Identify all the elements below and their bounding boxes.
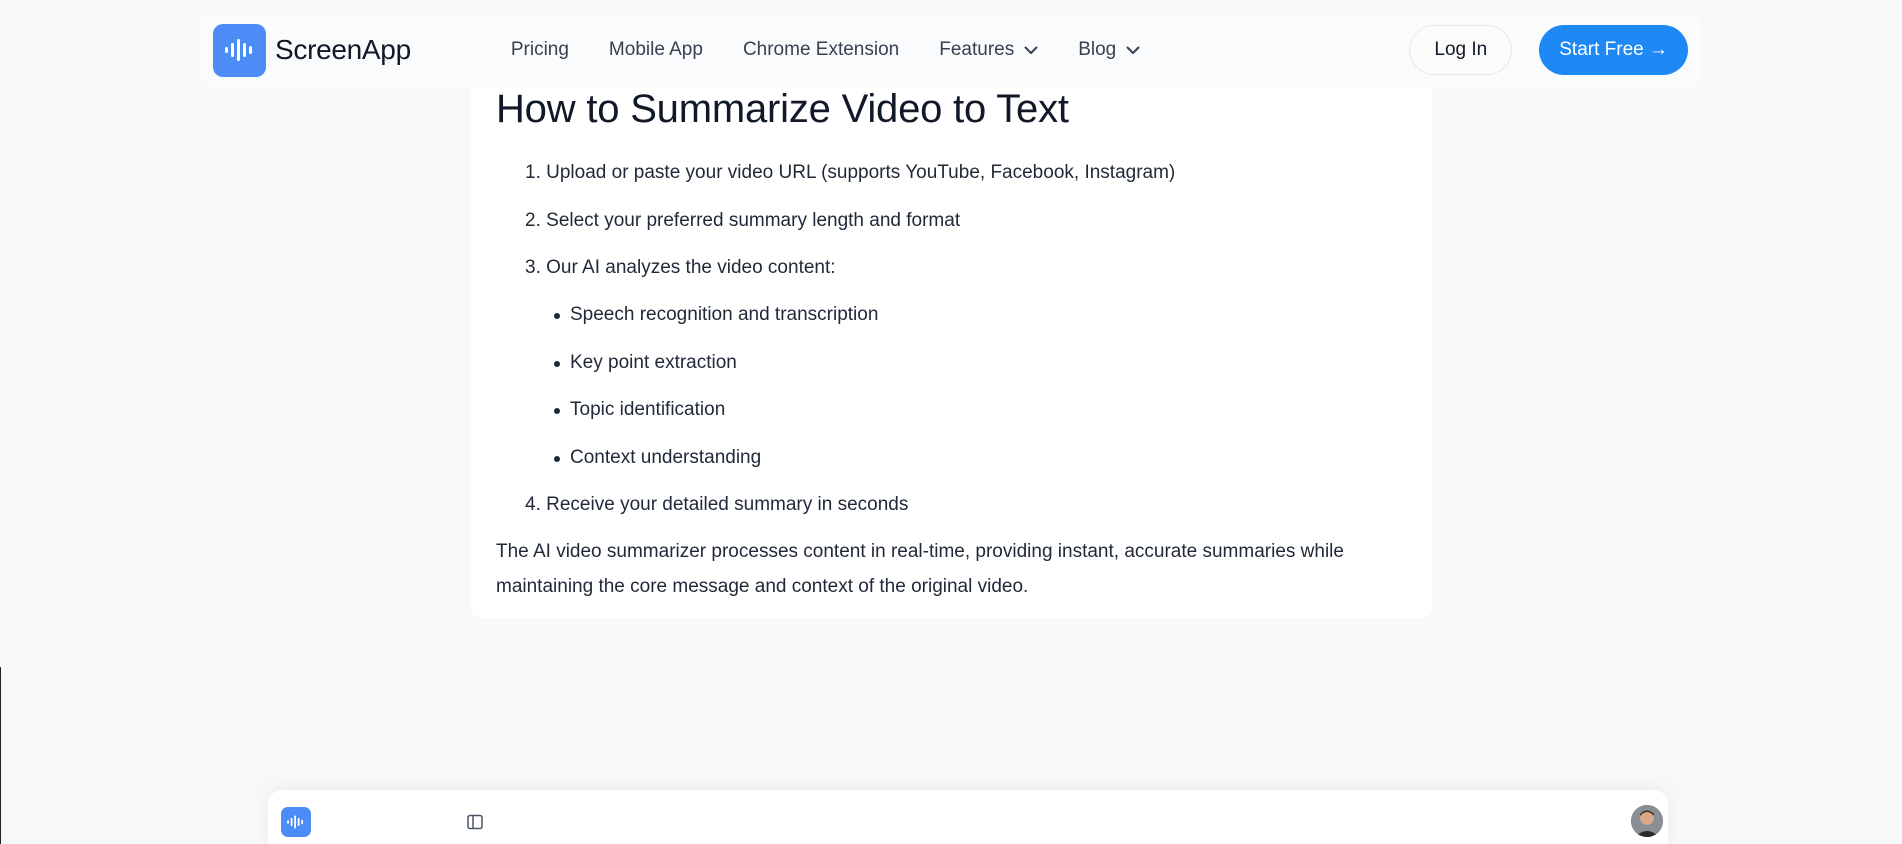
nav-pricing-label: Pricing [510, 39, 569, 60]
list-item: 2. Select your preferred summary length … [525, 210, 960, 232]
start-free-button[interactable]: Start Free → [1539, 25, 1688, 75]
sidebar-toggle-icon[interactable] [467, 814, 483, 830]
step-text: Upload or paste your video URL (supports… [546, 162, 1176, 183]
login-button[interactable]: Log In [1409, 25, 1513, 75]
sub-list-item: Key point extraction [570, 352, 737, 373]
nav-features[interactable]: Features [939, 39, 1038, 61]
nav-blog-label: Blog [1078, 39, 1117, 60]
nav-chrome-extension[interactable]: Chrome Extension [743, 39, 899, 61]
paragraph-line: The AI video summarizer processes conten… [496, 541, 1344, 562]
step-number: 4. [525, 494, 541, 515]
nav-features-label: Features [939, 39, 1015, 60]
waveform-icon [213, 23, 266, 77]
step-text: Our AI analyzes the video content: [546, 257, 836, 278]
header-actions: Log In Start Free → [1409, 25, 1688, 75]
bullet-marker [554, 361, 560, 367]
step-number: 2. [525, 210, 541, 231]
nav-mobile-app-label: Mobile App [608, 39, 703, 60]
sub-list-item: Speech recognition and transcription [570, 304, 879, 325]
nav-pricing[interactable]: Pricing [511, 39, 569, 61]
article-heading: How to Summarize Video to Text [496, 87, 1069, 131]
list-item: 3. Our AI analyzes the video content: [525, 257, 836, 279]
bullet-marker [554, 313, 560, 319]
sub-list-item: Topic identification [570, 399, 726, 420]
step-text: Select your preferred summary length and… [546, 210, 961, 231]
chevron-down-icon [1126, 46, 1140, 54]
app-preview-frame [268, 790, 1668, 844]
sub-list-item: Context understanding [570, 447, 762, 468]
paragraph-line: maintaining the core message and context… [496, 576, 1029, 597]
bullet-marker [554, 456, 560, 462]
list-item: 4. Receive your detailed summary in seco… [525, 494, 908, 516]
nav-blog[interactable]: Blog [1078, 39, 1140, 61]
site-header: ScreenApp Pricing Mobile App Chrome Exte… [201, 13, 1701, 87]
brand-name: ScreenApp [275, 34, 411, 65]
chevron-down-icon [1024, 46, 1038, 54]
nav-mobile-app[interactable]: Mobile App [609, 39, 703, 61]
article-card: How to Summarize Video to Text 1. Upload… [471, 40, 1432, 618]
bullet-marker [554, 408, 560, 414]
main-nav: Pricing Mobile App Chrome Extension Feat… [511, 39, 1180, 61]
brand-logo[interactable]: ScreenApp [213, 23, 411, 77]
step-text: Receive your detailed summary in seconds [546, 494, 909, 515]
avatar[interactable] [1631, 805, 1663, 837]
step-number: 1. [525, 162, 541, 183]
waveform-icon[interactable] [281, 807, 311, 837]
step-number: 3. [525, 257, 541, 278]
nav-chrome-extension-label: Chrome Extension [742, 39, 900, 60]
list-item: 1. Upload or paste your video URL (suppo… [525, 162, 1175, 184]
